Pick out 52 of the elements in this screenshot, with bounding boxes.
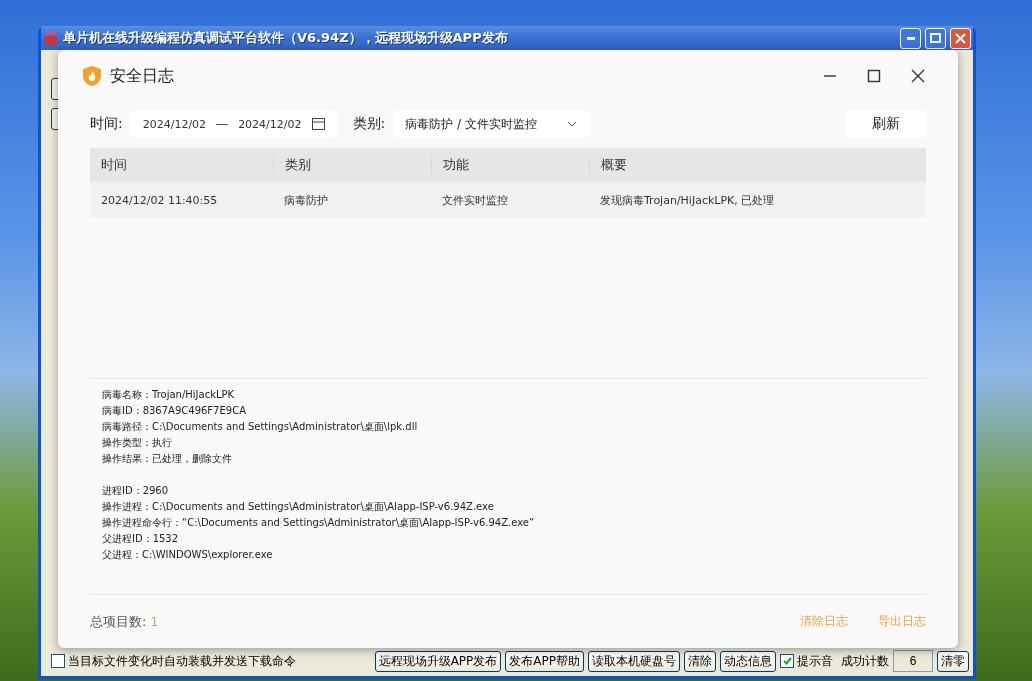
dialog-title: 安全日志 bbox=[110, 65, 175, 87]
total-label: 总项目数: bbox=[90, 612, 147, 631]
column-header: 类别 bbox=[273, 156, 431, 174]
total-count: 1 bbox=[150, 614, 160, 629]
detail-line: 操作类型：执行 bbox=[102, 436, 173, 450]
toolbar-button[interactable]: 远程现场升级APP发布 bbox=[374, 650, 502, 672]
table-cell-text: 病毒防护 bbox=[283, 192, 329, 208]
detail-line: 父进程：C:\WINDOWS\explorer.exe bbox=[102, 548, 274, 562]
toolbar-button[interactable]: 清零 bbox=[937, 650, 969, 672]
toolbar-button[interactable]: 读取本机硬盘号 bbox=[588, 650, 680, 672]
detail-line: 操作进程命令行：“C:\Documents and Settings\Administrator\桌面\AIapp-ISP-v6.94Z.exe” bbox=[102, 516, 536, 530]
counter-label: 成功计数 bbox=[841, 652, 889, 670]
column-header: 概要 bbox=[589, 156, 926, 174]
minimize-button[interactable] bbox=[900, 27, 921, 49]
detail-line: 进程ID：2960 bbox=[102, 484, 170, 498]
close-icon bbox=[955, 32, 966, 44]
category-dropdown[interactable]: 病毒防护 / 文件实时监控 bbox=[393, 110, 589, 138]
checkbox[interactable] bbox=[51, 654, 65, 668]
detail-line: 父进程ID：1532 bbox=[102, 532, 180, 546]
calendar-icon bbox=[311, 118, 325, 130]
column-header: 时间 bbox=[100, 156, 128, 174]
maximize-icon[interactable] bbox=[866, 68, 882, 84]
counter-field[interactable]: 6 bbox=[893, 650, 933, 672]
window-title: 单片机在线升级编程仿真调试平台软件（V6.94Z），远程现场升级APP发布 bbox=[63, 29, 509, 47]
chevron-down-icon bbox=[566, 121, 577, 127]
table-cell-text: 发现病毒Trojan/HiJackLPK, 已处理 bbox=[599, 192, 776, 208]
toolbar-button[interactable]: 清除 bbox=[684, 650, 716, 672]
column-header: 功能 bbox=[431, 156, 589, 174]
toolbar-button[interactable]: 发布APP帮助 bbox=[505, 650, 584, 672]
close-icon[interactable] bbox=[910, 68, 926, 84]
app-icon bbox=[43, 30, 59, 46]
maximize-button[interactable] bbox=[925, 27, 946, 49]
detail-line: 病毒ID：8367A9C496F7E9CA bbox=[102, 404, 247, 418]
minimize-icon bbox=[906, 36, 915, 40]
table-cell-text: 2024/12/02 11:40:55 bbox=[100, 193, 219, 207]
refresh-button[interactable]: 刷新 bbox=[846, 110, 926, 138]
close-button[interactable] bbox=[950, 27, 971, 49]
category-label: 类别: bbox=[352, 115, 386, 133]
detail-line: 病毒路径：C:\Documents and Settings\Administrator\桌面\lpk.dll bbox=[102, 420, 419, 434]
detail-line: 病毒名称：Trojan/HiJackLPK bbox=[102, 388, 236, 402]
checkbox[interactable] bbox=[780, 654, 794, 668]
table-row[interactable]: 2024/12/02 11:40:55 病毒防护 文件实时监控 发现病毒Trojan/HiJackLPK, 已处理 bbox=[90, 182, 926, 218]
detail-line: 操作进程：C:\Documents and Settings\Administrator\桌面\AIapp-ISP-v6.94Z.exe bbox=[102, 500, 495, 514]
date-range-field[interactable]: 2024/12/02 2024/12/02 bbox=[130, 110, 337, 138]
checkbox-option[interactable]: 提示音 bbox=[780, 652, 833, 670]
table-cell-text: 文件实时监控 bbox=[441, 192, 509, 208]
maximize-icon bbox=[930, 33, 941, 43]
checkbox-option[interactable]: 当目标文件变化时自动装载并发送下载命令 bbox=[51, 652, 296, 670]
time-label: 时间: bbox=[90, 115, 123, 133]
toolbar-button[interactable]: 动态信息 bbox=[720, 650, 776, 672]
shield-flame-icon bbox=[82, 65, 102, 87]
detail-line: 操作结果：已处理，删除文件 bbox=[102, 452, 233, 466]
